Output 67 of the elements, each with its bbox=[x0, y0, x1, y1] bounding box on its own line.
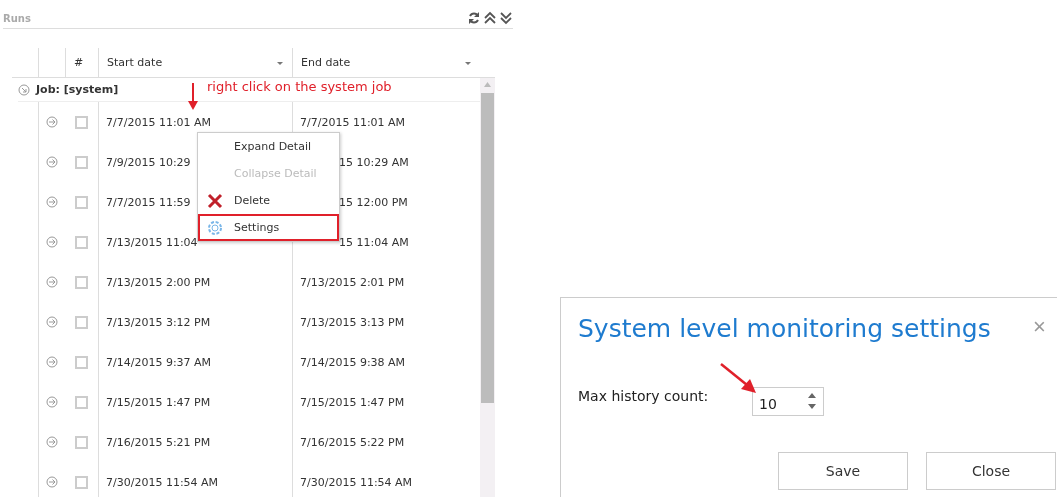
sort-caret-icon bbox=[464, 59, 472, 66]
row-checkbox[interactable] bbox=[75, 235, 88, 249]
settings-icon bbox=[206, 218, 224, 237]
expand-row-icon[interactable] bbox=[46, 116, 58, 128]
row-checkbox[interactable] bbox=[75, 475, 88, 489]
row-checkbox[interactable] bbox=[75, 435, 88, 449]
dialog-button[interactable]: Close bbox=[926, 452, 1056, 490]
dialog-button[interactable]: Save bbox=[778, 452, 908, 490]
row-checkbox[interactable] bbox=[75, 395, 88, 409]
table-cell-text: 7/9/2015 10:29 bbox=[105, 155, 191, 169]
table-cell-text: 7/7/2015 11:01 AM bbox=[299, 115, 406, 129]
table-cell-text: 7/13/2015 2:01 PM bbox=[299, 275, 405, 289]
menu-item[interactable]: Expand Detail bbox=[198, 133, 339, 160]
row-checkbox[interactable] bbox=[75, 315, 88, 329]
table-cell-text: 7/16/2015 5:22 PM bbox=[299, 435, 405, 449]
scroll-up-icon[interactable] bbox=[484, 82, 491, 87]
table-cell-text: 7/14/2015 9:38 AM bbox=[299, 355, 406, 369]
annotation-arrow bbox=[719, 362, 757, 394]
expand-row-icon[interactable] bbox=[46, 396, 58, 408]
annotation-arrow bbox=[188, 83, 198, 110]
row-checkbox[interactable] bbox=[75, 355, 88, 369]
expand-row-icon[interactable] bbox=[46, 196, 58, 208]
delete-icon bbox=[206, 191, 224, 210]
menu-item[interactable]: Settings bbox=[198, 214, 339, 241]
row-checkbox[interactable] bbox=[75, 155, 88, 169]
scrollbar[interactable] bbox=[480, 78, 495, 497]
table-cell-text: 15 12:00 PM bbox=[338, 195, 408, 209]
number-field[interactable]: 10 bbox=[752, 387, 824, 416]
annotation-text: right click on the system job bbox=[207, 79, 392, 94]
table-cell-text: 15 11:04 AM bbox=[338, 235, 409, 249]
table-cell-text: 7/7/2015 11:01 AM bbox=[105, 115, 212, 129]
table-cell-text: 7/13/2015 2:00 PM bbox=[105, 275, 211, 289]
menu-item[interactable]: Delete bbox=[198, 187, 339, 214]
expand-row-icon[interactable] bbox=[46, 236, 58, 248]
table-cell-text: 15 10:29 AM bbox=[338, 155, 409, 169]
expand-all-icon[interactable] bbox=[499, 11, 513, 25]
sort-caret-icon bbox=[276, 59, 284, 66]
column-header[interactable]: End date bbox=[292, 48, 480, 77]
table-cell-text: 7/13/2015 11:04 bbox=[105, 235, 198, 249]
table-cell-text: 7/15/2015 1:47 PM bbox=[299, 395, 405, 409]
row-checkbox[interactable] bbox=[75, 275, 88, 289]
spinner-arrows-icon[interactable] bbox=[806, 391, 818, 411]
column-header[interactable]: Start date bbox=[98, 48, 292, 77]
column-header[interactable]: # bbox=[65, 48, 98, 77]
expand-row-icon[interactable] bbox=[46, 276, 58, 288]
field-label: Max history count: bbox=[578, 388, 709, 404]
collapse-all-icon[interactable] bbox=[483, 11, 497, 25]
dialog-title: System level monitoring settings bbox=[578, 314, 991, 343]
expand-row-icon[interactable] bbox=[46, 316, 58, 328]
refresh-icon[interactable] bbox=[467, 11, 481, 25]
table-cell-text: 7/15/2015 1:47 PM bbox=[105, 395, 211, 409]
group-label: Job: [system] bbox=[36, 83, 119, 96]
expand-row-icon[interactable] bbox=[46, 356, 58, 368]
expand-row-icon[interactable] bbox=[18, 83, 30, 96]
table-cell-text: 7/13/2015 3:13 PM bbox=[299, 315, 405, 329]
expand-row-icon[interactable] bbox=[46, 436, 58, 448]
table-cell-text: 7/16/2015 5:21 PM bbox=[105, 435, 211, 449]
table-cell-text: 7/30/2015 11:54 AM bbox=[105, 475, 219, 489]
table-cell-text: 7/14/2015 9:37 AM bbox=[105, 355, 212, 369]
panel-title: Runs bbox=[3, 12, 31, 24]
expand-row-icon[interactable] bbox=[46, 156, 58, 168]
table-cell-text: 7/30/2015 11:54 AM bbox=[299, 475, 413, 489]
table-cell-text: 7/13/2015 3:12 PM bbox=[105, 315, 211, 329]
table-cell-text: 7/7/2015 11:59 bbox=[105, 195, 191, 209]
row-checkbox[interactable] bbox=[75, 115, 88, 129]
expand-row-icon[interactable] bbox=[46, 476, 58, 488]
row-checkbox[interactable] bbox=[75, 195, 88, 209]
